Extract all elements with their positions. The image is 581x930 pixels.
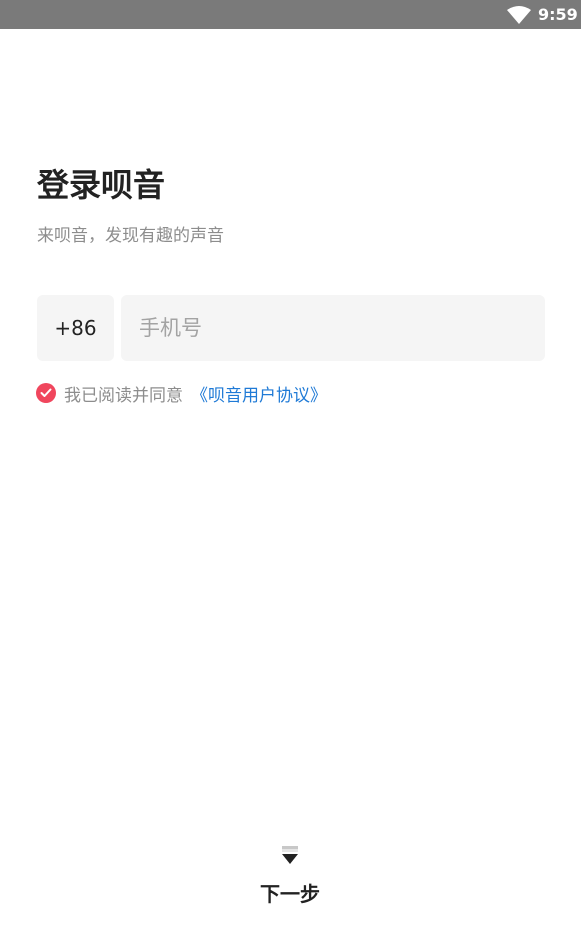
down-arrow-icon <box>282 846 298 864</box>
next-button[interactable]: 下一步 <box>240 876 340 908</box>
user-agreement-link[interactable]: 《呗音用户协议》 <box>191 381 327 406</box>
status-time: 9:59 <box>538 5 578 24</box>
status-bar: 9:59 <box>0 0 581 29</box>
agreement-checkbox[interactable] <box>36 383 56 403</box>
country-code-selector[interactable]: +86 <box>37 295 114 361</box>
phone-input[interactable] <box>121 295 545 361</box>
agreement-row: 我已阅读并同意 《呗音用户协议》 <box>36 381 327 406</box>
phone-field <box>121 295 545 361</box>
page-subtitle: 来呗音，发现有趣的声音 <box>37 226 224 246</box>
wifi-icon <box>507 6 531 24</box>
check-circle-icon <box>40 388 52 397</box>
page-title: 登录呗音 <box>37 166 166 204</box>
agreement-text: 我已阅读并同意 <box>64 385 183 406</box>
